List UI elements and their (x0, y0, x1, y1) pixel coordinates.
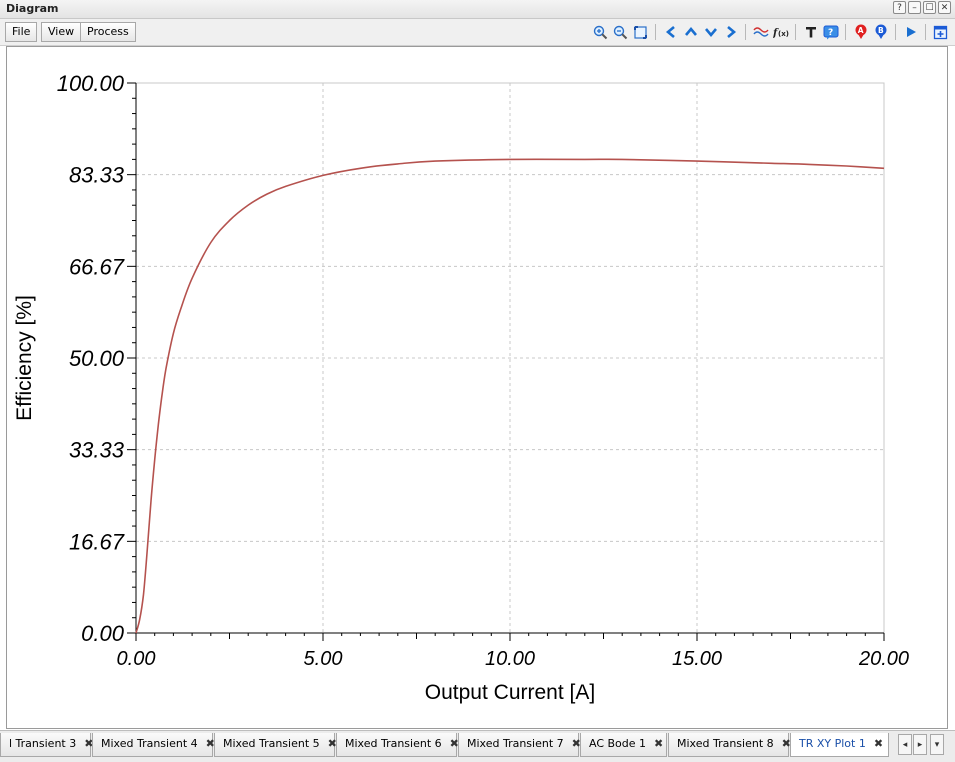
tab-label: Mixed Transient 4 (101, 737, 198, 750)
x-tick-label: 0.00 (117, 648, 156, 670)
window-title-bar: Diagram ? – ☐ ✕ (0, 0, 955, 19)
tab-list-button[interactable]: ▾ (930, 734, 944, 755)
help-icon[interactable]: ? (822, 24, 839, 41)
tab-6[interactable]: Mixed Transient 8 ✖ (668, 733, 791, 757)
window-title: Diagram (6, 2, 59, 15)
function-icon[interactable]: f (x) (772, 24, 789, 41)
x-tick-label: 5.00 (304, 648, 343, 670)
y-tick-label: 66.67 (69, 254, 125, 279)
y-tick-label: 33.33 (69, 438, 125, 463)
svg-text:(x): (x) (778, 30, 789, 38)
minimize-button[interactable]: – (908, 1, 921, 14)
zoom-out-icon[interactable] (612, 24, 629, 41)
svg-text:?: ? (828, 28, 833, 38)
tab-0[interactable]: l Transient 3 ✖ (0, 733, 93, 757)
view-menu-button[interactable]: View (41, 22, 82, 42)
toolbar-icons: f (x) ? A B (592, 23, 949, 41)
svg-text:A: A (857, 26, 863, 35)
tab-scroll-right-button[interactable]: ▸ (913, 734, 927, 755)
tab-7[interactable]: TR XY Plot 1 ✖ (790, 733, 889, 757)
x-tick-label: 20.00 (858, 648, 909, 670)
toolbar-separator (925, 24, 926, 40)
tab-2[interactable]: Mixed Transient 5 ✖ (214, 733, 337, 757)
tab-1[interactable]: Mixed Transient 4 ✖ (92, 733, 215, 757)
close-button[interactable]: ✕ (938, 1, 951, 14)
tab-close-icon[interactable]: ✖ (654, 737, 663, 750)
file-menu-button[interactable]: File (5, 22, 38, 42)
efficiency-chart[interactable]: 0.00 5.00 10.00 15.00 20.00 0.00 16.67 33.33 50.… (7, 47, 947, 728)
add-plot-icon[interactable] (932, 24, 949, 41)
waveform-icon[interactable] (752, 24, 769, 41)
x-tick-label: 10.00 (485, 648, 535, 670)
y-axis-label: Efficiency [%] (13, 295, 36, 421)
text-icon[interactable] (802, 24, 819, 41)
x-axis-label: Output Current [A] (425, 681, 595, 704)
tab-close-icon[interactable]: ✖ (874, 737, 883, 750)
arrow-up-icon[interactable] (682, 24, 699, 41)
arrow-left-icon[interactable] (662, 24, 679, 41)
y-tick-label: 50.00 (69, 346, 125, 371)
window-controls: ? – ☐ ✕ (893, 1, 951, 14)
x-tick-label: 15.00 (672, 648, 722, 670)
help-button[interactable]: ? (893, 1, 906, 14)
y-tick-label: 16.67 (69, 529, 125, 554)
plot-panel[interactable]: 0.00 5.00 10.00 15.00 20.00 0.00 16.67 33.33 50.… (6, 46, 948, 729)
y-tick-label: 83.33 (69, 163, 125, 188)
play-icon[interactable] (902, 24, 919, 41)
toolbar: File View Process f (x) ? A B (0, 19, 955, 46)
tab-label: Mixed Transient 7 (467, 737, 564, 750)
svg-text:B: B (878, 26, 884, 35)
tab-label: Mixed Transient 8 (677, 737, 774, 750)
marker-b-icon[interactable]: B (872, 24, 889, 41)
y-tick-label: 0.00 (81, 621, 125, 646)
tab-label: TR XY Plot 1 (799, 737, 866, 750)
toolbar-separator (655, 24, 656, 40)
zoom-in-icon[interactable] (592, 24, 609, 41)
tab-scroll-left-button[interactable]: ◂ (898, 734, 912, 755)
tab-label: l Transient 3 (9, 737, 77, 750)
tab-5[interactable]: AC Bode 1 ✖ (580, 733, 667, 757)
maximize-button[interactable]: ☐ (923, 1, 936, 14)
toolbar-separator (845, 24, 846, 40)
toolbar-separator (795, 24, 796, 40)
arrow-right-icon[interactable] (722, 24, 739, 41)
tab-label: Mixed Transient 5 (223, 737, 320, 750)
toolbar-separator (895, 24, 896, 40)
tab-4[interactable]: Mixed Transient 7 ✖ (458, 733, 581, 757)
marker-a-icon[interactable]: A (852, 24, 869, 41)
tab-label: Mixed Transient 6 (345, 737, 442, 750)
toolbar-separator (745, 24, 746, 40)
arrow-down-icon[interactable] (702, 24, 719, 41)
tab-label: AC Bode 1 (589, 737, 647, 750)
y-tick-label: 100.00 (57, 71, 125, 96)
document-tab-bar: l Transient 3 ✖ Mixed Transient 4 ✖ Mixed Tr… (0, 730, 955, 762)
process-menu-button[interactable]: Process (80, 22, 136, 42)
tab-3[interactable]: Mixed Transient 6 ✖ (336, 733, 459, 757)
fit-to-window-icon[interactable] (632, 24, 649, 41)
